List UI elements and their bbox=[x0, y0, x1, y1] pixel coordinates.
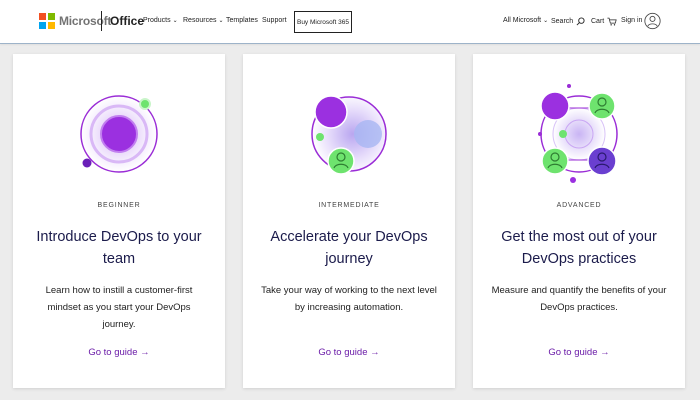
nav-templates-label: Templates bbox=[226, 17, 258, 24]
card-title: Get the most out of your DevOps practice… bbox=[501, 229, 657, 267]
nav-support-label: Support bbox=[262, 17, 287, 24]
beginner-illustration bbox=[80, 95, 158, 173]
cart-button[interactable]: Cart bbox=[591, 17, 617, 26]
chevron-down-icon: ⌄ bbox=[172, 18, 178, 24]
card-level: ADVANCED bbox=[556, 202, 602, 209]
card-level: BEGINNER bbox=[97, 202, 141, 209]
go-to-guide-link[interactable]: Go to guide → bbox=[13, 347, 225, 358]
search-label: Search bbox=[551, 18, 574, 25]
logo-text: Microsoft bbox=[59, 14, 112, 28]
go-to-guide-link[interactable]: Go to guide → bbox=[243, 347, 455, 358]
advanced-illustration bbox=[538, 84, 618, 183]
nav-resources-label: Resources bbox=[183, 17, 217, 24]
buy-microsoft-365-button[interactable]: Buy Microsoft 365 bbox=[294, 11, 352, 33]
microsoft-logo-icon bbox=[39, 13, 55, 29]
guide-card-intermediate: INTERMEDIATE Accelerate your DevOps jour… bbox=[243, 54, 455, 388]
sign-in-label: Sign in bbox=[621, 17, 643, 24]
nav-resources[interactable]: Resources ⌄ bbox=[183, 17, 224, 24]
card-title: Introduce DevOps to your team bbox=[36, 229, 202, 267]
intermediate-illustration bbox=[311, 95, 387, 175]
guide-card-beginner: BEGINNER Introduce DevOps to your team L… bbox=[13, 54, 225, 388]
chevron-down-icon: ⌄ bbox=[543, 18, 549, 24]
top-header: Microsoft Office Products ⌄ Resources ⌄ … bbox=[0, 0, 700, 44]
header-divider bbox=[101, 11, 102, 31]
card-description: Take your way of working to the next lev… bbox=[261, 285, 437, 313]
card-description: Measure and quantify the benefits of you… bbox=[491, 285, 667, 313]
chevron-down-icon: ⌄ bbox=[218, 18, 224, 24]
all-microsoft-label: All Microsoft bbox=[503, 17, 542, 24]
user-avatar-icon[interactable] bbox=[644, 11, 661, 31]
card-title: Accelerate your DevOps journey bbox=[270, 229, 428, 267]
cart-icon bbox=[607, 17, 617, 26]
nav-templates[interactable]: Templates bbox=[226, 17, 258, 24]
cart-label: Cart bbox=[591, 18, 605, 25]
nav-products[interactable]: Products ⌄ bbox=[143, 17, 178, 24]
search-button[interactable]: Search bbox=[551, 17, 585, 26]
card-level: INTERMEDIATE bbox=[318, 202, 380, 209]
nav-support[interactable]: Support bbox=[262, 17, 287, 24]
go-to-guide-link[interactable]: Go to guide → bbox=[473, 347, 685, 358]
card-description: Learn how to instill a customer-first mi… bbox=[45, 285, 193, 330]
brand-office-link[interactable]: Office bbox=[110, 14, 144, 28]
all-microsoft-menu[interactable]: All Microsoft ⌄ bbox=[503, 17, 548, 24]
guide-card-advanced: ADVANCED Get the most out of your DevOps… bbox=[473, 54, 685, 388]
sign-in-link[interactable]: Sign in bbox=[621, 17, 642, 24]
nav-products-label: Products bbox=[143, 17, 171, 24]
search-icon bbox=[576, 17, 585, 26]
